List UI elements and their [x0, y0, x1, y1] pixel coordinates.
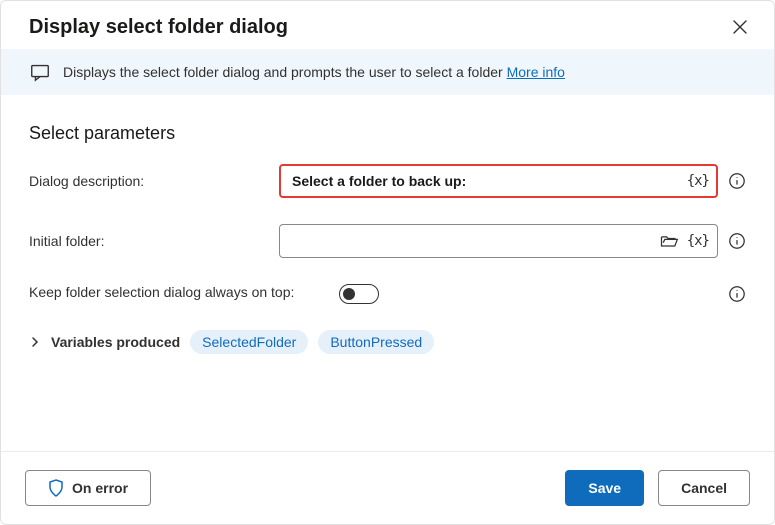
variable-token-icon: {x}	[687, 233, 709, 249]
toggle-knob	[343, 288, 355, 300]
save-button[interactable]: Save	[565, 470, 644, 506]
expand-variables-button[interactable]	[29, 336, 41, 348]
dialog-window: Display select folder dialog Displays th…	[0, 0, 775, 525]
browse-folder-button[interactable]	[655, 230, 683, 252]
label-initial-folder: Initial folder:	[29, 233, 279, 249]
label-dialog-description: Dialog description:	[29, 173, 279, 189]
dialog-footer: On error Save Cancel	[1, 451, 774, 524]
row-dialog-description: Dialog description: {x}	[29, 164, 746, 198]
info-icon[interactable]	[728, 232, 746, 250]
variables-label: Variables produced	[51, 334, 180, 350]
cancel-button[interactable]: Cancel	[658, 470, 750, 506]
banner-text: Displays the select folder dialog and pr…	[63, 64, 565, 80]
comment-icon	[29, 61, 51, 83]
dialog-title: Display select folder dialog	[29, 16, 288, 39]
info-icon[interactable]	[728, 172, 746, 190]
variable-chip-buttonpressed[interactable]: ButtonPressed	[318, 330, 434, 354]
variable-chip-selectedfolder[interactable]: SelectedFolder	[190, 330, 308, 354]
close-button[interactable]	[728, 15, 752, 39]
insert-variable-button-2[interactable]: {x}	[683, 231, 713, 251]
chevron-right-icon	[29, 336, 41, 348]
row-initial-folder: Initial folder: {x}	[29, 224, 746, 258]
insert-variable-button[interactable]: {x}	[683, 171, 713, 191]
variable-token-icon: {x}	[687, 173, 709, 189]
close-icon	[732, 19, 748, 35]
more-info-link[interactable]: More info	[507, 64, 565, 80]
section-title: Select parameters	[29, 123, 746, 144]
folder-open-icon	[659, 232, 679, 250]
shield-icon	[48, 479, 64, 497]
dialog-header: Display select folder dialog	[1, 1, 774, 49]
input-wrap-initial-folder: {x}	[279, 224, 718, 258]
dialog-body: Select parameters Dialog description: {x…	[1, 95, 774, 451]
toggle-keep-on-top[interactable]	[339, 284, 379, 304]
on-error-button[interactable]: On error	[25, 470, 151, 506]
input-initial-folder[interactable]	[290, 232, 655, 250]
variables-produced-row: Variables produced SelectedFolder Button…	[29, 330, 746, 354]
input-dialog-description[interactable]	[290, 172, 683, 190]
label-keep-on-top: Keep folder selection dialog always on t…	[29, 284, 339, 300]
info-banner: Displays the select folder dialog and pr…	[1, 49, 774, 95]
input-wrap-dialog-description: {x}	[279, 164, 718, 198]
info-icon[interactable]	[728, 285, 746, 303]
row-keep-on-top: Keep folder selection dialog always on t…	[29, 284, 746, 304]
